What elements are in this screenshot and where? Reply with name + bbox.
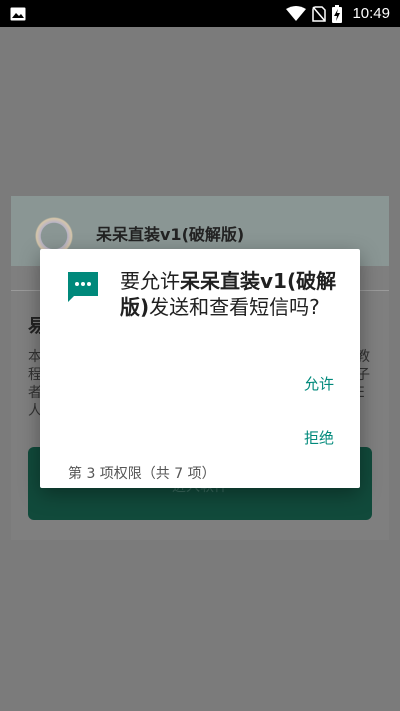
status-bar: 10:49	[0, 0, 400, 27]
message-prefix: 要允许	[120, 269, 180, 293]
permission-dialog: 要允许呆呆直装v1(破解版)发送和查看短信吗? 允许 拒绝 第 3 项权限（共 …	[40, 249, 360, 488]
permission-counter: 第 3 项权限（共 7 项）	[68, 466, 216, 482]
deny-button[interactable]: 拒绝	[304, 427, 334, 448]
message-suffix: 发送和查看短信吗?	[149, 295, 320, 319]
image-icon	[10, 7, 26, 21]
background-app-title: 呆呆直装v1(破解版)	[96, 225, 245, 244]
status-left	[10, 7, 26, 21]
sms-icon	[66, 270, 100, 304]
permission-message: 要允许呆呆直装v1(破解版)发送和查看短信吗?	[120, 268, 342, 320]
wifi-icon	[286, 5, 307, 22]
status-right: 10:49	[286, 4, 390, 23]
status-time: 10:49	[352, 5, 390, 22]
allow-button[interactable]: 允许	[304, 373, 334, 394]
no-sim-icon	[312, 5, 327, 22]
battery-charging-icon	[332, 4, 343, 23]
